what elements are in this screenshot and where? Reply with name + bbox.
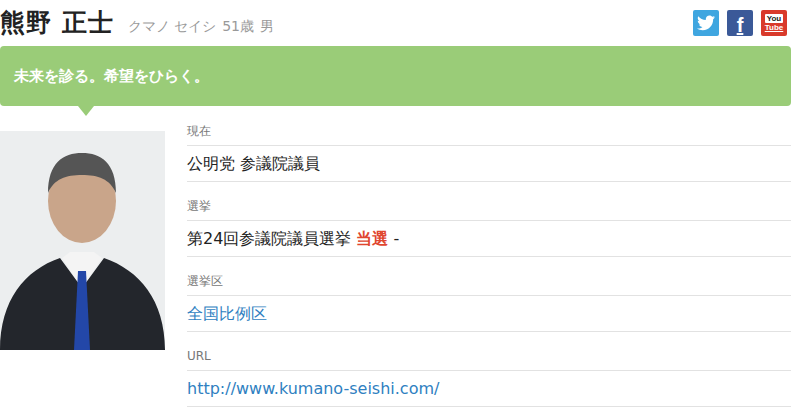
person-meta: クマノ セイシ 51歳男: [128, 16, 280, 37]
twitter-icon[interactable]: [693, 10, 719, 36]
person-name: 熊野 正士: [0, 8, 114, 38]
youtube-you: You: [765, 14, 784, 23]
profile-info: 現在公明党 参議院議員選挙第24回参議院議員選挙 当選 -選挙区全国比例区URL…: [187, 120, 791, 407]
person-kana: クマノ セイシ: [128, 18, 216, 34]
field-text: 公明党 参議院議員: [187, 154, 320, 173]
field-text: 当選: [356, 229, 388, 248]
field-value: 第24回参議院議員選挙 当選 -: [187, 221, 791, 257]
person-age: 51歳: [222, 18, 254, 34]
social-icons: f YouTube: [693, 10, 787, 36]
field-value: http://www.kumano-seishi.com/: [187, 371, 791, 407]
youtube-tube: Tube: [765, 23, 784, 32]
field-value: 公明党 参議院議員: [187, 146, 791, 182]
profile-body: 現在公明党 参議院議員選挙第24回参議院議員選挙 当選 -選挙区全国比例区URL…: [0, 120, 791, 407]
field-label: 現在: [187, 120, 791, 146]
field-text: 第24回参議院議員選挙: [187, 229, 356, 248]
facebook-glyph: f: [737, 15, 744, 35]
youtube-icon[interactable]: YouTube: [761, 10, 787, 36]
slogan-arrow: [78, 106, 94, 116]
facebook-icon[interactable]: f: [727, 10, 753, 36]
slogan-bar: 未来を診る。希望をひらく。: [0, 46, 791, 106]
portrait-photo: [0, 131, 165, 350]
person-gender: 男: [260, 18, 274, 34]
field-value: 全国比例区: [187, 296, 791, 332]
field-label: 選挙区: [187, 257, 791, 296]
name-block: 熊野 正士クマノ セイシ 51歳男: [0, 8, 280, 38]
field-link[interactable]: http://www.kumano-seishi.com/: [187, 379, 439, 398]
field-text: -: [388, 229, 399, 248]
field-label: 選挙: [187, 182, 791, 221]
field-label: URL: [187, 332, 791, 371]
field-link[interactable]: 全国比例区: [187, 304, 267, 323]
slogan-text: 未来を診る。希望をひらく。: [14, 65, 209, 88]
profile-header: 熊野 正士クマノ セイシ 51歳男 f YouTube: [0, 0, 791, 44]
